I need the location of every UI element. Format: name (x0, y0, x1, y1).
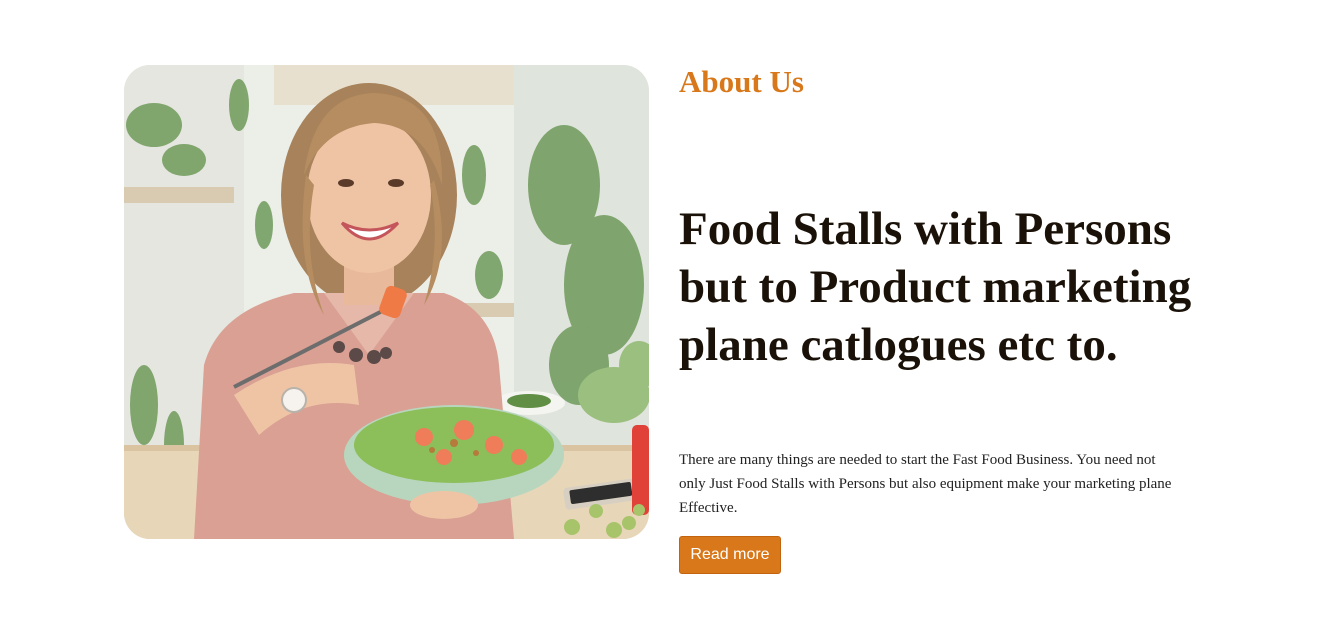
read-more-button[interactable]: Read more (679, 536, 781, 574)
about-section: About Us Food Stalls with Persons but to… (0, 0, 1338, 619)
section-eyebrow: About Us (679, 64, 804, 99)
woman-eating-salad-photo (124, 65, 649, 539)
about-description: There are many things are needed to star… (679, 452, 1172, 516)
about-headline: Food Stalls with Persons but to Product … (679, 203, 1192, 371)
about-content: About Us Food Stalls with Persons but to… (679, 60, 1199, 574)
